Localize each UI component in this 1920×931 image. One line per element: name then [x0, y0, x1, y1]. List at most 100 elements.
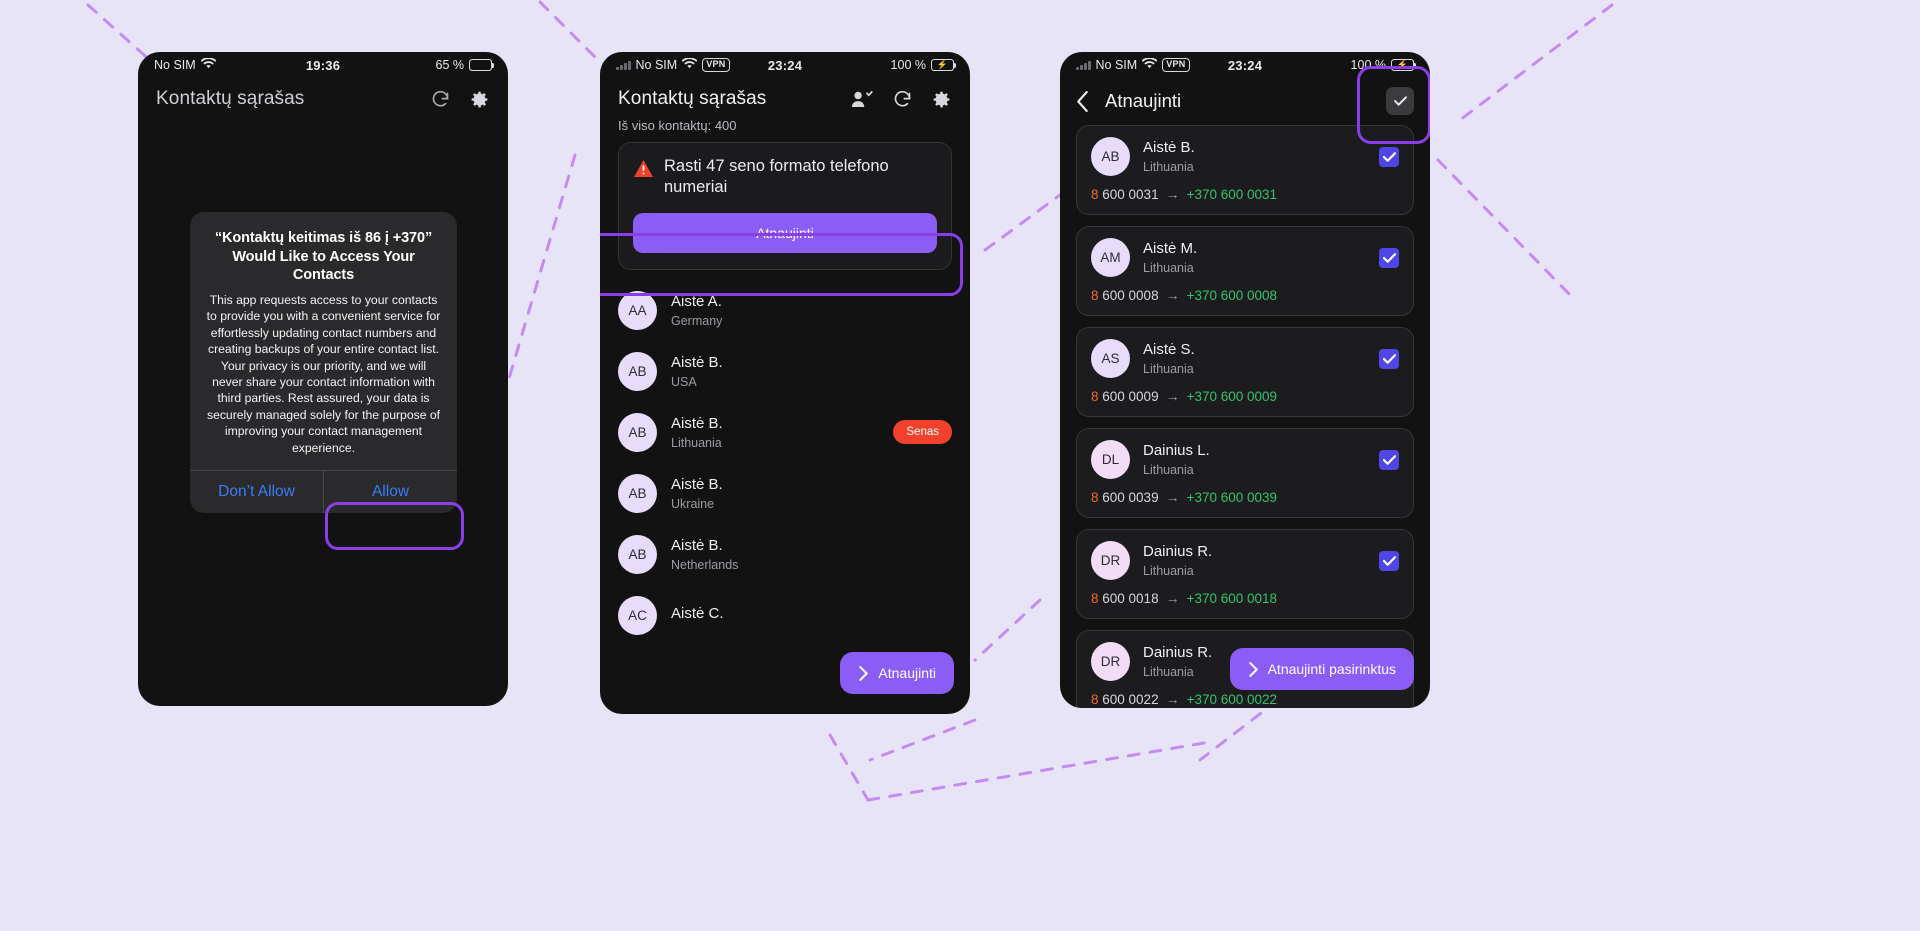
avatar: DR — [1091, 642, 1130, 681]
new-number: +370 600 0031 — [1186, 186, 1278, 202]
contact-name: Aistė B. — [1143, 139, 1195, 157]
page-title: Kontaktų sąrašas — [618, 88, 767, 109]
contact-name: Aistė B. — [671, 415, 723, 432]
contact-list: AA Aistė A. Germany AB Aistė B. USA AB A… — [600, 280, 970, 646]
row-checkbox[interactable] — [1379, 550, 1399, 571]
new-number: +370 600 0039 — [1186, 489, 1278, 505]
fab-label: Atnaujinti — [878, 665, 936, 681]
new-number: +370 600 0008 — [1186, 287, 1278, 303]
contact-country: Lithuania — [1143, 462, 1194, 477]
new-number: +370 600 0022 — [1186, 691, 1278, 707]
dialog-title: “Kontaktų keitimas iš 86 į +370” Would L… — [214, 230, 433, 284]
arrow-icon: → — [1165, 590, 1180, 606]
list-item[interactable]: AM Aistė M. Lithuania 8 600 0008 → +370 … — [1076, 226, 1414, 316]
contact-name: Dainius L. — [1143, 442, 1210, 460]
status-bar-3: No SIM VPN 23:24 100 % ⚡ — [1060, 52, 1430, 78]
chevron-right-icon — [858, 665, 869, 681]
battery-label: 100 % — [890, 58, 926, 72]
contact-country: Ukraine — [671, 496, 715, 511]
signal-bars-icon — [616, 60, 631, 70]
status-badge: Senas — [893, 420, 952, 445]
back-chevron-icon[interactable] — [1076, 90, 1089, 112]
screenshot-stage: No SIM 19:36 65 % Kontaktų sąrašas “Kont… — [0, 0, 1920, 931]
contact-country: Lithuania — [1143, 260, 1194, 275]
phone-3-screen: No SIM VPN 23:24 100 % ⚡ Atnaujinti AB A… — [1060, 52, 1430, 708]
dont-allow-button[interactable]: Don’t Allow — [190, 471, 323, 513]
contact-name: Aistė B. — [671, 354, 723, 371]
list-item[interactable]: AB Aistė B. Lithuania Senas — [600, 402, 970, 463]
contact-name: Aistė S. — [1143, 341, 1195, 359]
contact-country: USA — [671, 374, 697, 389]
list-item[interactable]: AB Aistė B. Ukraine — [600, 463, 970, 524]
new-number: +370 600 0009 — [1186, 388, 1278, 404]
chevron-right-icon — [1248, 661, 1259, 677]
app-header-2: Kontaktų sąrašas — [600, 78, 970, 118]
row-checkbox[interactable] — [1379, 348, 1399, 369]
gear-icon[interactable] — [931, 89, 952, 110]
avatar: AB — [618, 412, 657, 452]
status-bar-2: No SIM VPN 23:24 100 % ⚡ — [600, 52, 970, 78]
update-button[interactable]: Atnaujinti — [633, 212, 937, 253]
warning-text: Rasti 47 seno formato telefono numeriai — [664, 157, 889, 197]
vpn-badge: VPN — [1162, 58, 1190, 72]
contact-country: Lithuania — [1143, 361, 1194, 376]
old-number: 8 600 0018 — [1091, 590, 1159, 606]
list-item[interactable]: AC Aistė C. — [600, 585, 970, 646]
arrow-icon: → — [1165, 691, 1180, 707]
row-checkbox[interactable] — [1379, 247, 1399, 268]
old-number: 8 600 0022 — [1091, 691, 1159, 707]
dialog-message: This app requests access to your contact… — [206, 292, 441, 455]
carrier-label: No SIM — [1095, 58, 1138, 72]
phone-1-screen: No SIM 19:36 65 % Kontaktų sąrašas “Kont… — [138, 52, 508, 706]
row-checkbox[interactable] — [1379, 449, 1399, 470]
allow-button[interactable]: Allow — [323, 471, 457, 514]
contact-name: Aistė C. — [671, 605, 724, 622]
contact-name: Aistė B. — [671, 537, 723, 554]
battery-label: 100 % — [1350, 58, 1386, 72]
warning-triangle-icon — [633, 159, 654, 178]
old-number: 8 600 0008 — [1091, 287, 1159, 303]
old-format-warning-card: Rasti 47 seno formato telefono numeriai … — [618, 142, 952, 270]
refresh-icon[interactable] — [892, 89, 913, 110]
update-fab-button[interactable]: Atnaujinti — [840, 652, 954, 694]
contacts-permission-dialog: “Kontaktų keitimas iš 86 į +370” Would L… — [190, 212, 457, 514]
contact-country: Lithuania — [1143, 563, 1194, 578]
avatar: AB — [618, 351, 657, 391]
permission-dialog-scrim: “Kontaktų keitimas iš 86 į +370” Would L… — [138, 52, 508, 706]
contact-name: Aistė M. — [1143, 240, 1198, 258]
old-number: 8 600 0009 — [1091, 388, 1159, 404]
contact-name: Dainius R. — [1143, 543, 1213, 561]
avatar: AB — [618, 473, 657, 513]
new-number: +370 600 0018 — [1186, 590, 1278, 606]
list-item[interactable]: DR Dainius R. Lithuania 8 600 0018 → +37… — [1076, 529, 1414, 619]
avatar: AC — [618, 595, 657, 635]
row-checkbox[interactable] — [1379, 146, 1399, 167]
app-header-3: Atnaujinti — [1060, 78, 1430, 125]
arrow-icon: → — [1165, 388, 1180, 404]
wifi-icon — [1141, 57, 1158, 72]
old-number: 8 600 0039 — [1091, 489, 1159, 505]
avatar: AA — [618, 290, 657, 330]
avatar: DR — [1091, 541, 1130, 580]
signal-bars-icon — [1076, 60, 1091, 70]
contacts-add-icon[interactable] — [851, 89, 874, 109]
avatar: AB — [1091, 137, 1130, 176]
update-list: AB Aistė B. Lithuania 8 600 0031 → +370 … — [1060, 125, 1430, 708]
list-item[interactable]: AB Aistė B. Lithuania 8 600 0031 → +370 … — [1076, 125, 1414, 215]
contact-country: Lithuania — [1143, 664, 1194, 679]
list-item[interactable]: AA Aistė A. Germany — [600, 280, 970, 341]
avatar: AB — [618, 534, 657, 574]
list-item[interactable]: AS Aistė S. Lithuania 8 600 0009 → +370 … — [1076, 327, 1414, 417]
page-title: Atnaujinti — [1105, 90, 1182, 111]
update-selected-fab-button[interactable]: Atnaujinti pasirinktus — [1229, 648, 1414, 690]
phone-2-screen: No SIM VPN 23:24 100 % ⚡ Kontaktų sąraša… — [600, 52, 970, 714]
avatar: AM — [1091, 238, 1130, 277]
contact-country: Netherlands — [671, 557, 739, 572]
battery-charging-icon: ⚡ — [931, 59, 957, 71]
list-item[interactable]: AB Aistė B. Netherlands — [600, 524, 970, 585]
contact-name: Aistė B. — [671, 476, 723, 493]
old-number: 8 600 0031 — [1091, 186, 1159, 202]
select-all-checkbox[interactable] — [1386, 87, 1414, 115]
list-item[interactable]: AB Aistė B. USA — [600, 341, 970, 402]
list-item[interactable]: DL Dainius L. Lithuania 8 600 0039 → +37… — [1076, 428, 1414, 518]
